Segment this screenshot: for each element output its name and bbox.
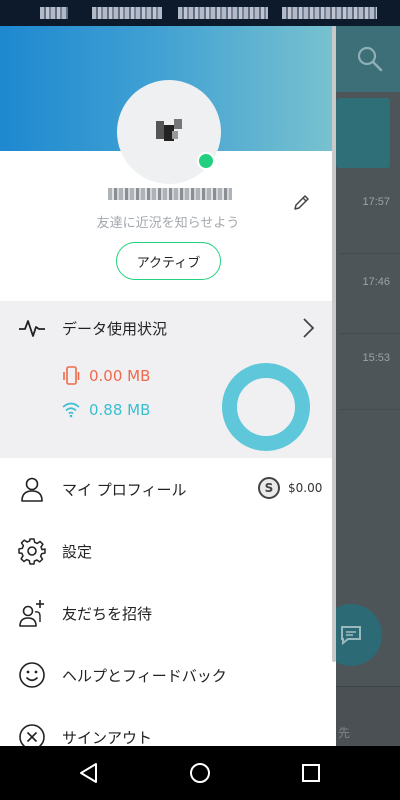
status-blur	[282, 7, 377, 19]
menu-item-settings[interactable]: 設定	[0, 520, 336, 582]
gear-icon	[18, 538, 46, 565]
data-usage-section[interactable]: データ使用状況 0.00 MB 0.88 MB	[0, 301, 336, 458]
background-row[interactable]: 15:53	[340, 332, 400, 410]
status-blur	[40, 7, 68, 19]
menu-item-help-feedback[interactable]: ヘルプとフィードバック	[0, 644, 336, 706]
row-time: 17:46	[362, 276, 390, 288]
balance-amount: $0.00	[288, 481, 323, 495]
mobile-data-value: 0.00 MB	[89, 367, 151, 385]
message-icon	[341, 626, 361, 646]
status-blur	[92, 7, 162, 19]
recent-apps-icon[interactable]	[299, 761, 323, 785]
data-usage-donut-chart	[222, 363, 310, 451]
coin-icon: S	[258, 477, 280, 499]
background-card	[336, 98, 390, 168]
home-icon[interactable]	[188, 761, 212, 785]
background-row[interactable]: 17:57	[340, 176, 400, 254]
user-name	[108, 188, 232, 200]
pulse-icon	[19, 320, 45, 337]
row-time: 15:53	[362, 352, 390, 364]
close-circle-icon	[19, 724, 45, 746]
wallet-balance[interactable]: S $0.00	[258, 477, 322, 499]
smiley-icon	[19, 662, 45, 688]
mobile-data-icon	[63, 366, 80, 385]
status-blur	[178, 7, 268, 19]
menu-item-label: マイ プロフィール	[62, 481, 187, 499]
wifi-icon	[62, 402, 80, 418]
menu-item-my-profile[interactable]: マイ プロフィール S $0.00	[0, 458, 336, 520]
system-navigation-bar	[0, 746, 400, 800]
data-usage-title: データ使用状況	[62, 320, 168, 338]
status-bar	[0, 0, 400, 26]
menu-item-invite-friends[interactable]: 友だちを招待	[0, 582, 336, 644]
bottom-nav-label: 先	[338, 726, 351, 740]
menu-item-label: 友だちを招待	[62, 605, 153, 623]
drawer-scrollbar[interactable]	[332, 26, 336, 662]
menu-item-label: ヘルプとフィードバック	[62, 667, 227, 685]
chevron-right-icon	[303, 318, 315, 338]
pencil-icon[interactable]	[292, 192, 312, 212]
data-usage-header[interactable]: データ使用状況	[0, 301, 336, 355]
background-row[interactable]: 17:46	[340, 256, 400, 334]
person-icon	[21, 477, 43, 502]
online-status-dot	[197, 152, 215, 170]
row-time: 17:57	[362, 196, 390, 208]
back-icon[interactable]	[77, 761, 101, 785]
wifi-data-value: 0.88 MB	[89, 401, 151, 419]
menu-item-sign-out[interactable]: サインアウト	[0, 706, 336, 746]
menu-item-label: サインアウト	[62, 729, 153, 746]
search-icon[interactable]	[355, 44, 385, 74]
menu-item-label: 設定	[62, 543, 93, 561]
active-status-button[interactable]: アクティブ	[116, 242, 221, 280]
add-person-icon	[19, 600, 44, 627]
navigation-drawer: 友達に近況を知らせよう アクティブ データ使用状況 0.00 MB 0.88 M…	[0, 26, 336, 746]
avatar-image	[154, 117, 184, 147]
status-tagline: 友達に近況を知らせよう	[96, 216, 240, 231]
